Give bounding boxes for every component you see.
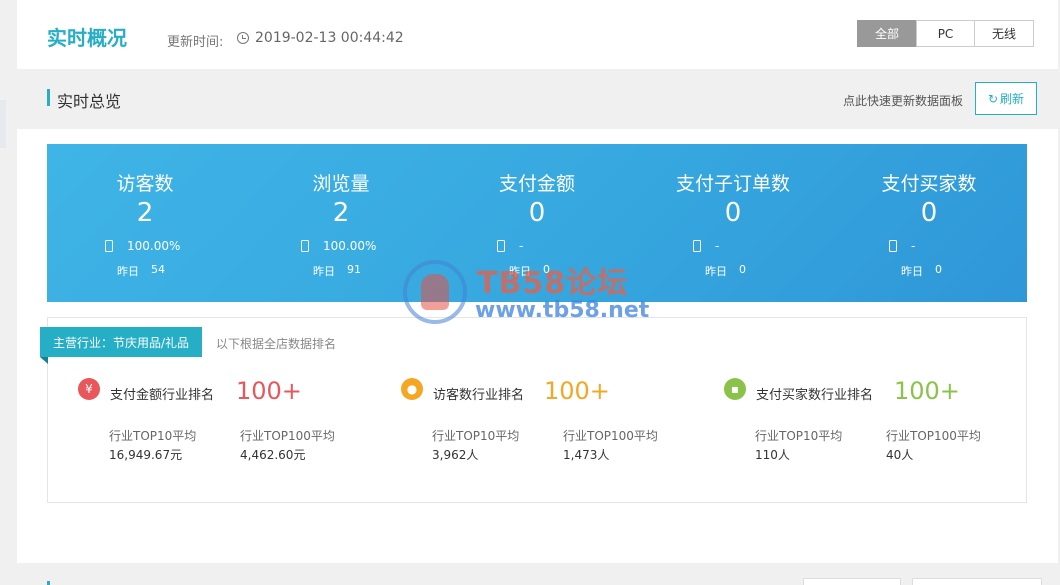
rank-top10: 行业TOP10平均 16,949.67元 [109, 427, 196, 463]
stat-ratio: 100.00% [127, 239, 181, 253]
wallet-icon: ▪ [724, 378, 746, 400]
overview-section-bar: 实时总览 点此快速更新数据面板 ↻ 刷新 [17, 69, 1058, 129]
rank-title: 支付买家数行业排名 [756, 388, 874, 403]
rank-value: 100+ [894, 377, 960, 405]
rank-note: 以下根据全店数据排名 [216, 337, 337, 351]
stat-ratio: - [911, 239, 916, 253]
update-label: 更新时间: [167, 35, 224, 50]
platform-switch: 全部 PC 无线 [857, 20, 1034, 47]
top100-label: 行业TOP100平均 [240, 429, 335, 443]
stat-ratio: - [519, 239, 524, 253]
mobile-icon [105, 240, 113, 252]
top100-value: 4,462.60元 [240, 448, 306, 462]
industry-tag: 主营行业：节庆用品/礼品 [40, 327, 203, 357]
stats-panel: 访客数 2 100.00% 昨日 54 浏览量 2 100.00% 昨日 91 支付… [47, 144, 1027, 302]
top100-value: 40人 [886, 448, 914, 462]
stat-value: 2 [332, 198, 350, 228]
stat-label: 访客数 [116, 173, 174, 195]
top100-label: 行业TOP100平均 [563, 429, 658, 443]
top10-label: 行业TOP10平均 [109, 429, 197, 443]
clock-icon [237, 32, 249, 44]
yesterday-value: 0 [543, 263, 550, 276]
page-title: 实时概况 [47, 26, 127, 50]
mobile-icon [889, 240, 897, 252]
industry-tag-fold [40, 357, 48, 364]
next-section-control[interactable] [803, 578, 901, 585]
mobile-icon [693, 240, 701, 252]
stat-payment-amount: 支付金额 0 - 昨日 0 [439, 144, 635, 302]
top10-label: 行业TOP10平均 [755, 429, 843, 443]
stat-value: 0 [528, 198, 546, 228]
mobile-icon [301, 240, 309, 252]
top10-value: 3,962人 [432, 448, 479, 462]
yesterday-label: 昨日 [705, 265, 727, 278]
left-strip-mark [0, 100, 6, 148]
top100-value: 1,473人 [563, 448, 610, 462]
top100-label: 行业TOP100平均 [886, 429, 981, 443]
mobile-icon [497, 240, 505, 252]
left-strip [0, 0, 17, 585]
tab-pc[interactable]: PC [916, 20, 975, 47]
yesterday-label: 昨日 [509, 265, 531, 278]
rank-buyers: ▪ 支付买家数行业排名 100+ 行业TOP10平均 110人 行业TOP100平… [724, 377, 1024, 498]
stat-value: 0 [724, 198, 742, 228]
realtime-card: 实时概况 更新时间: 2019-02-13 00:44:42 全部 PC 无线 … [17, 0, 1058, 563]
industry-rank-box: 主营行业：节庆用品/礼品 以下根据全店数据排名 ¥ 支付金额行业排名 100+ … [40, 317, 1027, 503]
stat-label: 支付买家数 [881, 173, 977, 195]
yesterday-value: 54 [151, 263, 165, 276]
yesterday-value: 91 [347, 263, 361, 276]
rank-value: 100+ [544, 377, 610, 405]
top10-value: 16,949.67元 [109, 448, 183, 462]
rank-title: 访客数行业排名 [433, 388, 525, 403]
tab-wireless[interactable]: 无线 [974, 20, 1034, 47]
section-accent [47, 89, 50, 106]
rank-visitors: ● 访客数行业排名 100+ 行业TOP10平均 3,962人 行业TOP100平… [401, 377, 701, 498]
stat-label: 浏览量 [312, 173, 370, 195]
rank-top10: 行业TOP10平均 110人 [755, 427, 842, 463]
rank-top100: 行业TOP100平均 1,473人 [563, 427, 658, 463]
user-icon: ● [401, 378, 423, 400]
update-time: 2019-02-13 00:44:42 [255, 30, 404, 46]
refresh-hint: 点此快速更新数据面板 [843, 94, 964, 108]
stat-label: 支付金额 [498, 173, 575, 195]
stat-ratio: 100.00% [323, 239, 377, 253]
stat-ratio: - [715, 239, 720, 253]
overview-title: 实时总览 [57, 92, 122, 111]
yesterday-label: 昨日 [117, 265, 139, 278]
stat-buyers: 支付买家数 0 - 昨日 0 [831, 144, 1027, 302]
next-section-control[interactable] [912, 578, 1042, 585]
rank-top100: 行业TOP100平均 4,462.60元 [240, 427, 335, 463]
top10-value: 110人 [755, 448, 790, 462]
next-section-accent [47, 581, 50, 585]
stat-visitors: 访客数 2 100.00% 昨日 54 [47, 144, 243, 302]
refresh-label: 刷新 [1000, 92, 1025, 106]
rank-title: 支付金额行业排名 [110, 388, 215, 403]
stat-sub-orders: 支付子订单数 0 - 昨日 0 [635, 144, 831, 302]
yesterday-value: 0 [739, 263, 746, 276]
stat-value: 0 [920, 198, 938, 228]
yesterday-label: 昨日 [901, 265, 923, 278]
rank-payment-amount: ¥ 支付金额行业排名 100+ 行业TOP10平均 16,949.67元 行业TO… [78, 377, 378, 498]
yesterday-label: 昨日 [313, 265, 335, 278]
tab-all[interactable]: 全部 [857, 20, 917, 47]
rank-top10: 行业TOP10平均 3,962人 [432, 427, 519, 463]
rank-value: 100+ [236, 377, 302, 405]
refresh-button[interactable]: ↻ 刷新 [975, 82, 1037, 115]
yen-icon: ¥ [78, 378, 100, 400]
stat-label: 支付子订单数 [675, 173, 790, 195]
stat-value: 2 [136, 198, 154, 228]
stat-pageviews: 浏览量 2 100.00% 昨日 91 [243, 144, 439, 302]
rank-top100: 行业TOP100平均 40人 [886, 427, 981, 463]
yesterday-value: 0 [935, 263, 942, 276]
refresh-icon: ↻ [987, 91, 999, 106]
top10-label: 行业TOP10平均 [432, 429, 520, 443]
